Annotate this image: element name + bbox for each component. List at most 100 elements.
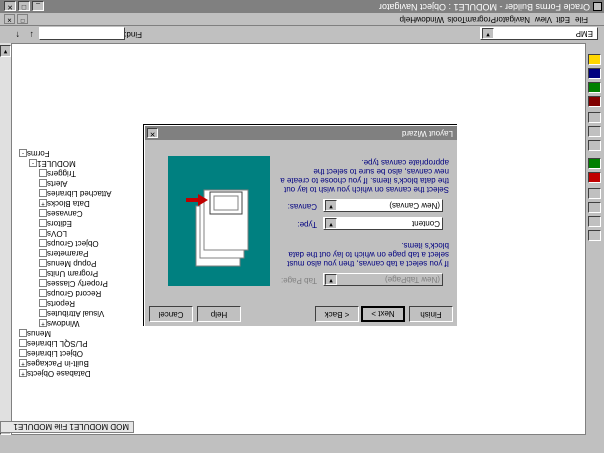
leaf-node-icon[interactable] bbox=[39, 289, 47, 298]
next-button[interactable]: Next > bbox=[361, 306, 405, 322]
chevron-down-icon[interactable]: ▼ bbox=[325, 218, 337, 229]
paste-icon[interactable] bbox=[588, 140, 601, 151]
tab-page-label: Tab Page: bbox=[280, 276, 317, 285]
tree-node[interactable]: Property Classes bbox=[36, 278, 108, 288]
cancel-button[interactable]: Cancel bbox=[149, 306, 193, 322]
tree-node[interactable]: PL/SQL Libraries bbox=[16, 338, 88, 348]
menu-item-window[interactable]: Window bbox=[416, 13, 444, 25]
collapse-icon[interactable]: - bbox=[29, 159, 37, 168]
leaf-node-icon[interactable] bbox=[39, 179, 47, 188]
minimize-button[interactable]: _ bbox=[32, 1, 44, 11]
leaf-node-icon[interactable] bbox=[19, 349, 27, 358]
back-button[interactable]: < Back bbox=[315, 306, 359, 322]
tree-node-label: Built-in Packages bbox=[27, 359, 89, 368]
expand-icon[interactable] bbox=[588, 188, 601, 199]
tree-node[interactable]: - Forms bbox=[16, 148, 50, 158]
canvas-combo[interactable]: (New Canvas) ▼ bbox=[323, 199, 443, 212]
mdi-close-button[interactable]: ✕ bbox=[4, 14, 15, 24]
vertical-scrollbar[interactable]: ▼ ▲ bbox=[0, 43, 12, 435]
maximize-button[interactable]: □ bbox=[18, 1, 30, 11]
chevron-down-icon[interactable]: ▼ bbox=[325, 274, 337, 285]
leaf-node-icon[interactable] bbox=[39, 229, 47, 238]
debug-icon[interactable] bbox=[588, 96, 601, 107]
menu-item-program[interactable]: Program bbox=[465, 13, 496, 25]
type-combo[interactable]: Content ▼ bbox=[323, 217, 443, 230]
tree-node-label: MODULE1 bbox=[37, 159, 76, 168]
leaf-node-icon[interactable] bbox=[39, 299, 47, 308]
tree-node[interactable]: Object Libraries bbox=[16, 348, 83, 358]
leaf-node-icon[interactable] bbox=[39, 269, 47, 278]
leaf-node-icon[interactable] bbox=[19, 339, 27, 348]
tree-node-label: Data Blocks bbox=[47, 199, 90, 208]
tree-node[interactable]: + Windows bbox=[36, 318, 79, 328]
tree-node[interactable]: + Data Blocks bbox=[36, 198, 90, 208]
cut-icon[interactable] bbox=[588, 112, 601, 123]
tab-page-combo[interactable]: (New TabPage) ▼ bbox=[323, 273, 443, 286]
create-icon[interactable] bbox=[588, 158, 601, 169]
expand-icon[interactable]: + bbox=[19, 359, 27, 368]
save-icon[interactable] bbox=[588, 68, 601, 79]
expand-icon[interactable]: + bbox=[19, 369, 27, 378]
mdi-restore-button[interactable]: □ bbox=[17, 14, 28, 24]
tree-node[interactable]: Alerts bbox=[36, 178, 67, 188]
tree-node[interactable]: Editors bbox=[36, 218, 72, 228]
chevron-down-icon[interactable]: ▼ bbox=[482, 28, 494, 39]
leaf-node-icon[interactable] bbox=[39, 189, 47, 198]
leaf-node-icon[interactable] bbox=[39, 219, 47, 228]
tree-node[interactable]: Object Groups bbox=[36, 238, 99, 248]
leaf-node-icon[interactable] bbox=[39, 259, 47, 268]
leaf-node-icon[interactable] bbox=[39, 309, 47, 318]
navigator-toolbar: EMP ▼ Find: ↓ ↑ bbox=[0, 25, 604, 43]
tree-node-label: Reports bbox=[47, 299, 76, 308]
menu-item-edit[interactable]: Edit bbox=[556, 13, 570, 25]
leaf-node-icon[interactable] bbox=[39, 209, 47, 218]
tree-node[interactable]: Canvases bbox=[36, 208, 83, 218]
leaf-node-icon[interactable] bbox=[39, 169, 47, 178]
delete-icon[interactable] bbox=[588, 172, 601, 183]
close-button[interactable]: ✕ bbox=[4, 1, 16, 11]
tree-node[interactable]: Popup Menus bbox=[36, 258, 96, 268]
open-icon[interactable] bbox=[588, 54, 601, 65]
tree-node[interactable]: LOVs bbox=[36, 228, 67, 238]
tree-node[interactable]: Visual Attributes bbox=[36, 308, 104, 318]
find-input[interactable] bbox=[39, 27, 125, 40]
tree-node[interactable]: Attached Libraries bbox=[36, 188, 111, 198]
tree-node[interactable]: Menus bbox=[16, 328, 51, 338]
leaf-node-icon[interactable] bbox=[39, 279, 47, 288]
tree-node-label: Editors bbox=[47, 219, 72, 228]
tree-node[interactable]: Reports bbox=[36, 298, 75, 308]
finish-button[interactable]: Finish bbox=[409, 306, 453, 322]
expand-icon[interactable]: + bbox=[39, 199, 47, 208]
help-button[interactable]: Help bbox=[197, 306, 241, 322]
menu-item-navigator[interactable]: Navigator bbox=[496, 13, 530, 25]
collapse-icon[interactable] bbox=[588, 202, 601, 213]
menu-item-tools[interactable]: Tools bbox=[447, 13, 466, 25]
find-next-icon[interactable]: ↓ bbox=[22, 28, 35, 40]
run-icon[interactable] bbox=[588, 82, 601, 93]
leaf-node-icon[interactable] bbox=[39, 249, 47, 258]
menu-item-help[interactable]: Help bbox=[400, 13, 416, 25]
tree-node[interactable]: - MODULE1 bbox=[26, 158, 76, 168]
tree-node[interactable]: Parameters bbox=[36, 248, 88, 258]
wizard-close-button[interactable]: ✕ bbox=[147, 128, 158, 138]
leaf-node-icon[interactable] bbox=[39, 239, 47, 248]
tree-node[interactable]: + Built-in Packages bbox=[16, 358, 89, 368]
menu-item-view[interactable]: View bbox=[535, 13, 552, 25]
tree-node[interactable]: Program Units bbox=[36, 268, 98, 278]
collapse-icon[interactable]: - bbox=[19, 149, 27, 158]
menu-item-file[interactable]: File bbox=[575, 13, 588, 25]
tree-node[interactable]: + Database Objects bbox=[16, 368, 91, 378]
expand-all-icon[interactable] bbox=[588, 216, 601, 227]
find-prev-icon[interactable]: ↑ bbox=[8, 28, 21, 40]
scope-combo[interactable]: EMP ▼ bbox=[480, 27, 598, 40]
tree-node-label: Forms bbox=[27, 149, 50, 158]
collapse-all-icon[interactable] bbox=[588, 230, 601, 241]
tree-node[interactable]: Record Groups bbox=[36, 288, 101, 298]
expand-icon[interactable]: + bbox=[39, 319, 47, 328]
chevron-down-icon[interactable]: ▼ bbox=[325, 200, 337, 211]
leaf-node-icon[interactable] bbox=[19, 329, 27, 338]
title-text: Oracle Forms Builder - MODULE1 : Object … bbox=[378, 2, 590, 12]
tree-node[interactable]: Triggers bbox=[36, 168, 76, 178]
copy-icon[interactable] bbox=[588, 126, 601, 137]
scroll-up-button[interactable]: ▼ bbox=[0, 45, 11, 57]
